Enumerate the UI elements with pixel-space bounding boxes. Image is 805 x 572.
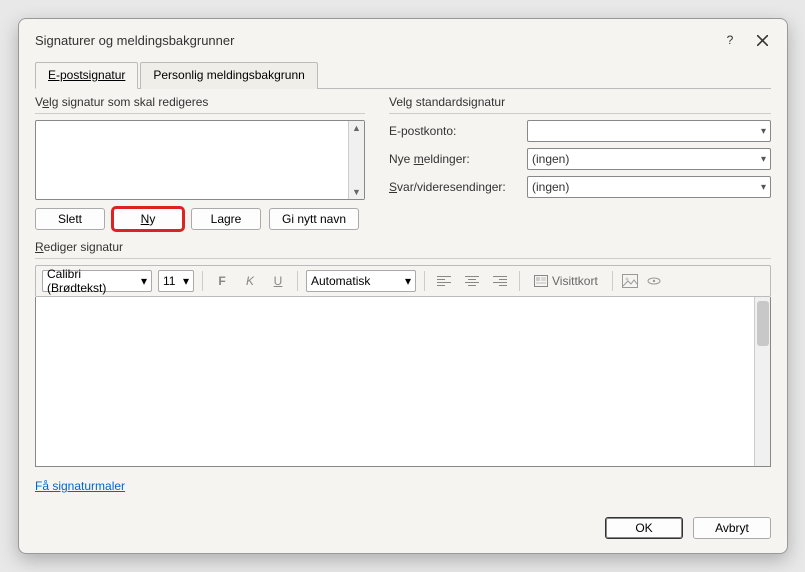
align-right-button[interactable]: [489, 270, 511, 292]
font-color-combo[interactable]: Automatisk ▾: [306, 270, 416, 292]
dialog-footer: OK Avbryt: [19, 507, 787, 553]
listbox-scrollbar[interactable]: ▲ ▼: [348, 121, 364, 199]
default-signature-label: Velg standardsignatur: [389, 95, 771, 109]
account-label: E-postkonto:: [389, 124, 519, 138]
new-messages-label: Nye meldinger:: [389, 152, 519, 166]
account-combo[interactable]: ▾: [527, 120, 771, 142]
bold-button[interactable]: F: [211, 270, 233, 292]
select-signature-label: Velg signatur som skal redigeres: [35, 95, 365, 109]
align-center-button[interactable]: [461, 270, 483, 292]
align-left-button[interactable]: [433, 270, 455, 292]
help-icon[interactable]: ?: [719, 29, 741, 51]
toolbar-divider: [519, 271, 520, 291]
underline-button[interactable]: U: [267, 270, 289, 292]
chevron-down-icon: ▾: [183, 274, 189, 288]
signature-listbox[interactable]: ▲ ▼: [35, 120, 365, 200]
rename-button[interactable]: Gi nytt navn: [269, 208, 359, 230]
chevron-down-icon: ▾: [761, 126, 766, 137]
chevron-down-icon: ▾: [141, 274, 147, 288]
cancel-button[interactable]: Avbryt: [693, 517, 771, 539]
chevron-down-icon: ▾: [405, 274, 411, 288]
close-icon[interactable]: [751, 29, 773, 51]
signature-editor[interactable]: [35, 297, 771, 467]
tab-personal-stationery[interactable]: Personlig meldingsbakgrunn: [140, 62, 317, 89]
titlebar: Signaturer og meldingsbakgrunner ?: [19, 19, 787, 57]
editor-scrollbar[interactable]: [754, 297, 770, 466]
tab-email-signature[interactable]: E-postsignatur: [35, 62, 138, 89]
replies-combo[interactable]: (ingen) ▾: [527, 176, 771, 198]
card-icon: [534, 275, 548, 287]
insert-link-button[interactable]: [645, 272, 663, 290]
new-button[interactable]: Ny: [113, 208, 183, 230]
toolbar-divider: [202, 271, 203, 291]
insert-image-button[interactable]: [621, 272, 639, 290]
edit-signature-label: Rediger signatur: [35, 240, 771, 254]
toolbar-divider: [612, 271, 613, 291]
editor-toolbar: Calibri (Brødtekst) ▾ 11 ▾ F K U Automat…: [35, 265, 771, 297]
scroll-down-icon[interactable]: ▼: [349, 185, 364, 199]
scroll-up-icon[interactable]: ▲: [349, 121, 364, 135]
toolbar-divider: [297, 271, 298, 291]
save-button[interactable]: Lagre: [191, 208, 261, 230]
font-family-combo[interactable]: Calibri (Brødtekst) ▾: [42, 270, 152, 292]
get-templates-link[interactable]: Få signaturmaler: [35, 479, 125, 493]
italic-button[interactable]: K: [239, 270, 261, 292]
tabs: E-postsignatur Personlig meldingsbakgrun…: [35, 61, 771, 89]
ok-button[interactable]: OK: [605, 517, 683, 539]
toolbar-divider: [424, 271, 425, 291]
delete-button[interactable]: Slett: [35, 208, 105, 230]
replies-label: Svar/videresendinger:: [389, 180, 519, 194]
chevron-down-icon: ▾: [761, 154, 766, 165]
font-size-combo[interactable]: 11 ▾: [158, 270, 194, 292]
dialog-title: Signaturer og meldingsbakgrunner: [35, 33, 234, 48]
new-messages-combo[interactable]: (ingen) ▾: [527, 148, 771, 170]
signatures-dialog: Signaturer og meldingsbakgrunner ? E-pos…: [18, 18, 788, 554]
chevron-down-icon: ▾: [761, 182, 766, 193]
scrollbar-thumb[interactable]: [757, 301, 769, 346]
business-card-button[interactable]: Visittkort: [528, 270, 604, 292]
